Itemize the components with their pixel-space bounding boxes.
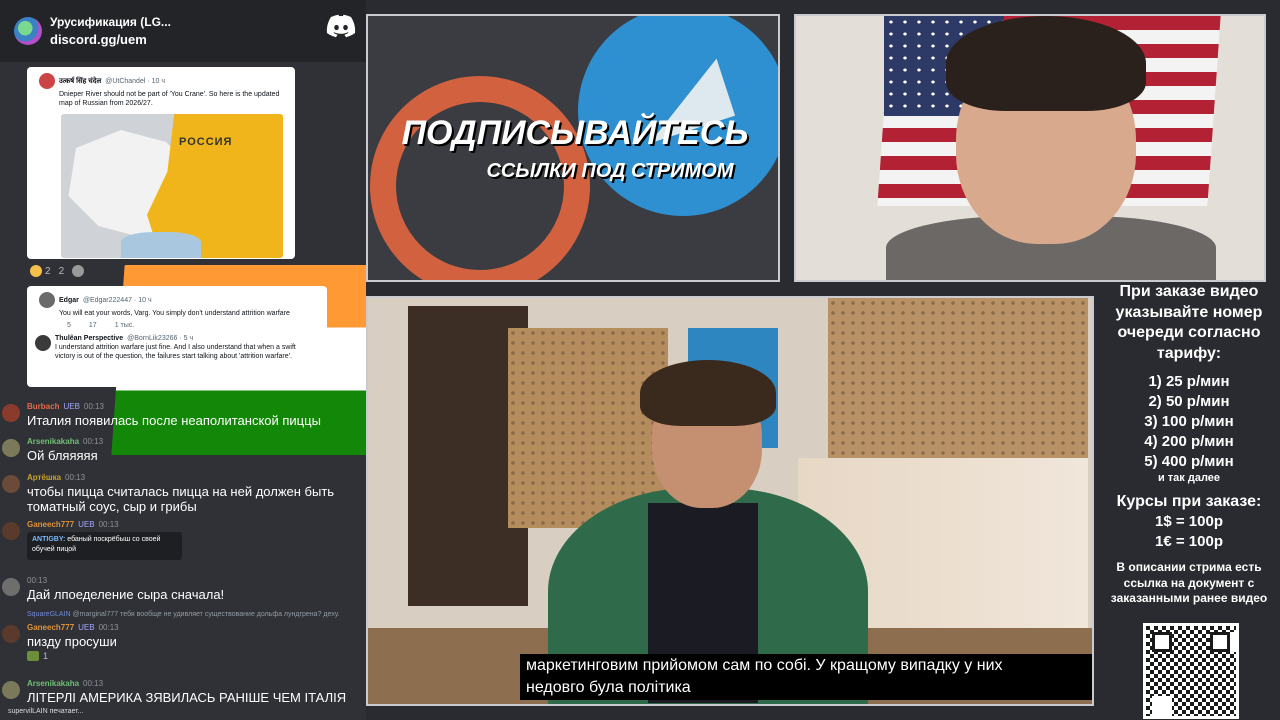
add-reaction-button[interactable] bbox=[72, 265, 85, 277]
message-author[interactable]: Arsenikakaha bbox=[27, 437, 79, 446]
rate-item: 1$ = 100р bbox=[1155, 513, 1223, 530]
tweet-map-image[interactable]: РОССИЯ bbox=[61, 114, 283, 258]
server-icon bbox=[14, 17, 42, 45]
subscribe-banner: ПОДПИСЫВАЙТЕСЬ ССЫЛКИ ПОД СТРИМОМ bbox=[366, 14, 780, 282]
avatar bbox=[2, 475, 20, 493]
quoted-message[interactable]: ANTIGBY: ебаный поскрёбыш со своей обуче… bbox=[27, 532, 182, 560]
discord-server-header[interactable]: Урусификация (LG... discord.gg/uem bbox=[0, 0, 366, 62]
message-time: 00:13 bbox=[98, 623, 119, 632]
role-badge: UEB bbox=[63, 402, 80, 411]
order-info-panel: При заказе видео указывайте номер очеред… bbox=[1098, 282, 1280, 720]
custom-emoji-icon bbox=[27, 651, 39, 661]
subtitle-line: маркетинговим прийомом сам по собі. У кр… bbox=[526, 657, 1003, 674]
message-reactions[interactable]: 1 bbox=[27, 651, 48, 661]
typing-indicator: supervilLAIN печатает... bbox=[8, 708, 84, 715]
banner-subtitle: ССЫЛКИ ПОД СТРИМОМ bbox=[486, 160, 734, 182]
avatar bbox=[2, 404, 20, 422]
streamer-hair bbox=[946, 16, 1146, 111]
avatar bbox=[39, 292, 55, 308]
discord-icon bbox=[326, 14, 356, 38]
video-person-hair bbox=[640, 360, 776, 426]
rates-block: Курсы при заказе: 1$ = 100р 1€ = 100р bbox=[1098, 492, 1280, 552]
message-author[interactable]: Ganeech777 bbox=[27, 623, 74, 632]
rate-item: 1€ = 100р bbox=[1155, 533, 1223, 550]
message-text: чтобы пицца считалась пицца на ней долже… bbox=[27, 484, 335, 514]
message-time: 00:13 bbox=[83, 679, 104, 688]
reply-text: @marginal777 тебя вообще не удивляет сущ… bbox=[72, 611, 340, 618]
map-label: РОССИЯ bbox=[179, 136, 233, 148]
tariff-item: 3) 100 р/мин bbox=[1144, 413, 1234, 430]
tweet-text: Dnieper River should not be part of 'You… bbox=[59, 91, 280, 107]
tariff-item: 1) 25 р/мин bbox=[1148, 373, 1230, 390]
avatar bbox=[2, 625, 20, 643]
grinning-emoji-icon bbox=[30, 265, 42, 277]
reply-author: SquareGLAIN bbox=[27, 611, 71, 618]
tweet-actions: 5 17 1 тыс. bbox=[27, 318, 327, 329]
map-sea bbox=[121, 232, 201, 258]
order-info-title: При заказе видео указывайте номер очеред… bbox=[1115, 283, 1263, 362]
message-author[interactable]: Burbach bbox=[27, 402, 59, 411]
tariff-note: и так далее bbox=[1157, 472, 1221, 484]
qr-code[interactable] bbox=[1143, 623, 1239, 719]
video-subtitles: маркетинговим прийомом сам по собі. У кр… bbox=[520, 654, 1092, 700]
tweet-card[interactable]: Edgar @Edgar222447 · 10 ч You will eat y… bbox=[27, 286, 327, 387]
tariff-item: 5) 400 р/мин bbox=[1144, 453, 1234, 470]
avatar bbox=[39, 73, 55, 89]
server-name: Урусификация (LG... bbox=[50, 15, 171, 29]
reaction-india-flag[interactable]: 2 bbox=[58, 265, 366, 455]
reply-reference[interactable]: SquareGLAIN @marginal777 тебя вообще не … bbox=[27, 611, 339, 618]
server-invite-link[interactable]: discord.gg/uem bbox=[50, 32, 171, 47]
view-count[interactable]: 1 тыс. bbox=[115, 322, 135, 329]
reaction-grinning[interactable]: 2 bbox=[30, 265, 51, 277]
message-text: ЛІТЕРЛІ АМЕРИКА ЗЯВИЛАСЬ РАНІШЕ ЧЕМ ІТАЛ… bbox=[27, 690, 347, 705]
avatar bbox=[2, 522, 20, 540]
reaction-count: 2 bbox=[45, 265, 51, 277]
message-time: 00:13 bbox=[65, 473, 86, 482]
tweet-author: Edgar bbox=[59, 296, 79, 304]
avatar bbox=[2, 578, 20, 596]
message-time: 00:13 bbox=[98, 520, 119, 529]
banner-title: ПОДПИСЫВАЙТЕСЬ bbox=[401, 114, 749, 152]
subtitle-line: недовго була політика bbox=[526, 679, 691, 696]
avatar bbox=[2, 681, 20, 699]
like-count[interactable]: 17 bbox=[89, 322, 97, 329]
message-time: 00:13 bbox=[83, 437, 104, 446]
tariff-item: 2) 50 р/мин bbox=[1148, 393, 1230, 410]
tariff-item: 4) 200 р/мин bbox=[1144, 433, 1234, 450]
tweet-author: Thulêan Perspective bbox=[55, 335, 124, 342]
message-text: Италия появилась после неаполитанской пи… bbox=[27, 413, 321, 428]
tweet-handle: @Edgar222447 · 10 ч bbox=[82, 296, 152, 304]
rates-title: Курсы при заказе: bbox=[1116, 493, 1262, 510]
main-video[interactable]: маркетинговим прийомом сам по собі. У кр… bbox=[366, 296, 1094, 706]
message-time: 00:13 bbox=[27, 576, 48, 585]
avatar bbox=[35, 335, 51, 351]
message-text: пизду просуши bbox=[27, 634, 117, 649]
tweet-card[interactable]: उत्कर्ष सिंह चंदेल @UtChandel · 10 ч Dni… bbox=[27, 67, 295, 259]
message-author[interactable]: Ganeech777 bbox=[27, 520, 74, 529]
tweet-handle: @BornLik23266 · 5 ч bbox=[127, 335, 194, 342]
streamer-webcam bbox=[794, 14, 1266, 282]
reaction-count: 1 bbox=[43, 651, 49, 661]
message-text: Ой бляяяяя bbox=[27, 448, 98, 463]
tweet-text: You will eat your words, Varg. You simpl… bbox=[59, 310, 290, 317]
tariff-list: 1) 25 р/мин 2) 50 р/мин 3) 100 р/мин 4) … bbox=[1098, 372, 1280, 484]
tweet-handle: @UtChandel · 10 ч bbox=[105, 77, 165, 85]
message-author[interactable]: Arsenikakaha bbox=[27, 679, 79, 688]
stream-layout: Урусификация (LG... discord.gg/uem उत्कर… bbox=[0, 0, 1280, 720]
add-reaction-icon bbox=[72, 265, 85, 277]
reaction-count: 2 bbox=[58, 265, 65, 277]
document-note: В описании стрима есть ссылка на докумен… bbox=[1110, 560, 1268, 605]
reply-count[interactable]: 5 bbox=[67, 322, 71, 329]
role-badge: UEB bbox=[78, 623, 95, 632]
message-author[interactable]: Артёшка bbox=[27, 473, 61, 482]
message-text: Дай лпоеделение сыра сначала! bbox=[27, 587, 225, 602]
tweet-author: उत्कर्ष सिंह चंदेल bbox=[59, 77, 102, 85]
reaction-bar: 2 2 bbox=[30, 265, 366, 455]
discord-chat-panel: Урусификация (LG... discord.gg/uem उत्कर… bbox=[0, 0, 366, 720]
role-badge: UEB bbox=[78, 520, 95, 529]
quote-author: ANTIGBY: bbox=[32, 536, 66, 543]
avatar bbox=[2, 439, 20, 457]
message-time: 00:13 bbox=[83, 402, 104, 411]
tweet-text: I understand attrition warfare just fine… bbox=[55, 344, 296, 360]
